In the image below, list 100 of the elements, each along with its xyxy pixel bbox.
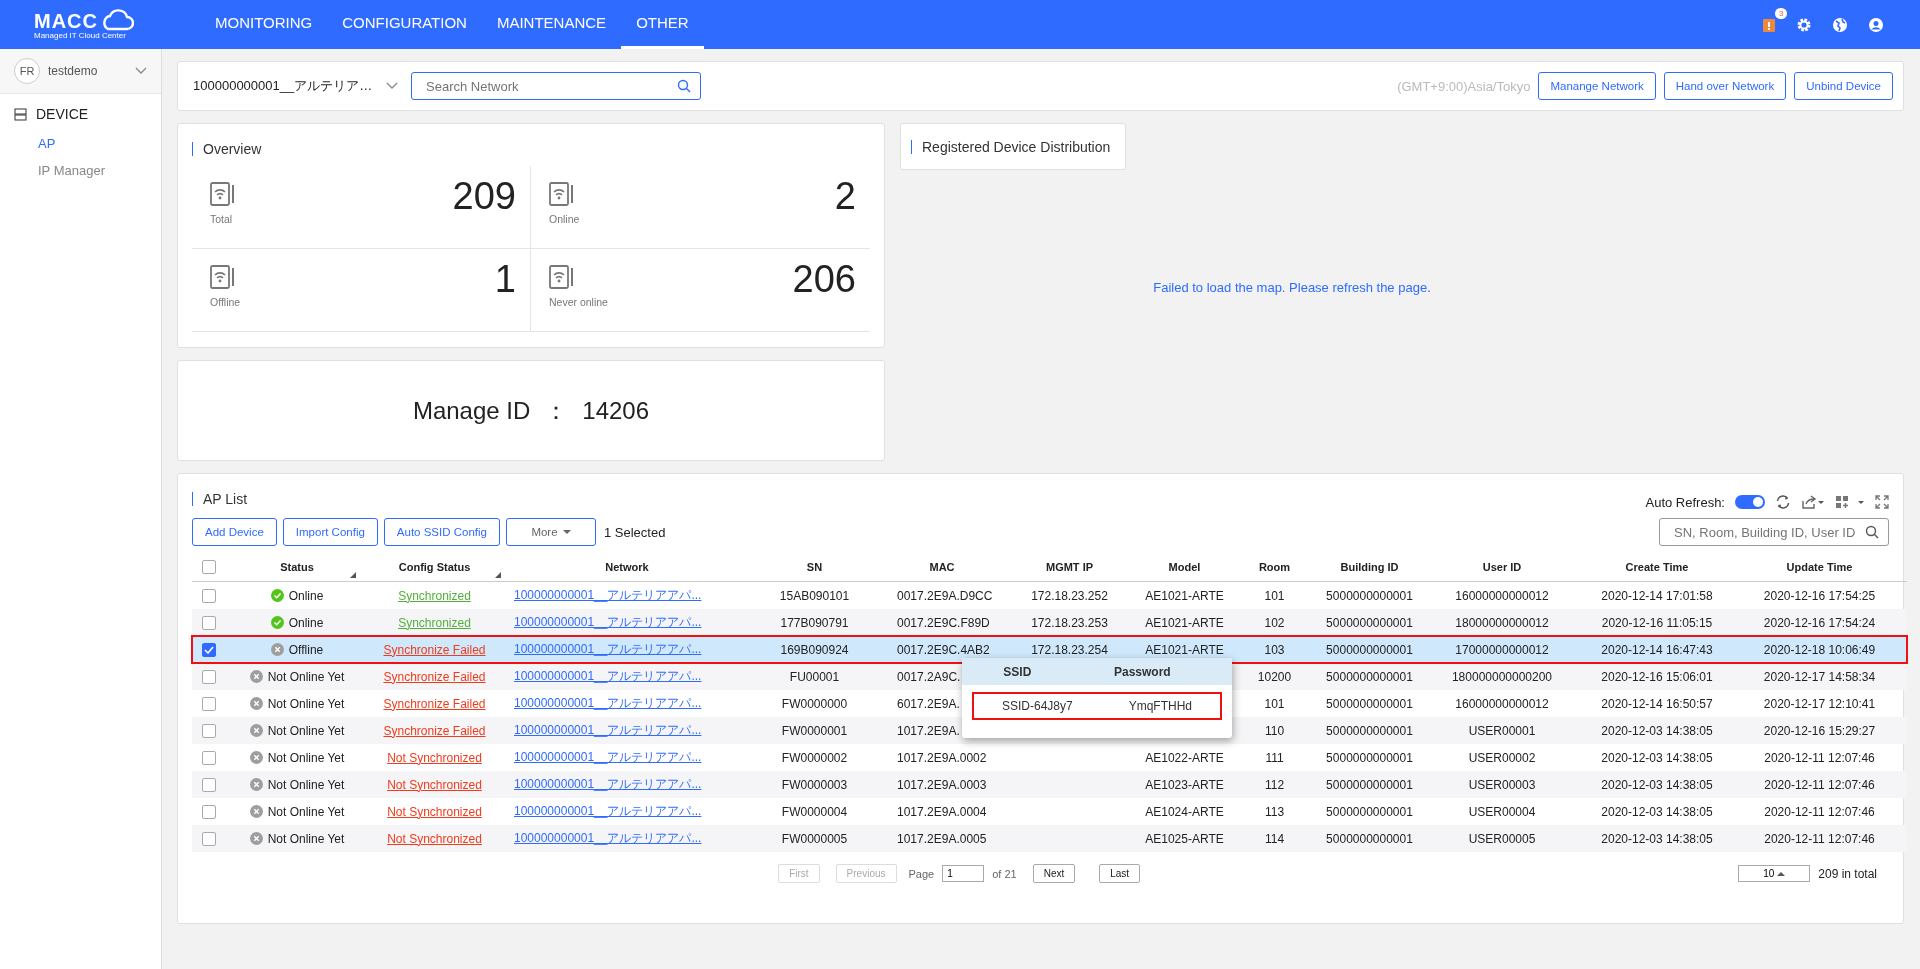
next-page-button[interactable]: Next [1032,864,1076,883]
nav-tab[interactable]: MONITORING [200,0,328,49]
action-button[interactable]: Auto SSID Config [383,518,500,546]
settings-icon[interactable] [1796,16,1812,33]
access-point-icon [210,182,236,206]
table-cell: 103 [1264,642,1285,657]
stat-value: 1 [494,257,516,302]
cloud-icon [100,9,134,31]
row-checkbox[interactable] [202,669,216,684]
table-cell: 1017.2E9A. [897,723,960,738]
column-header: MGMT IP [1045,561,1094,573]
table-cell: USER00002 [1468,750,1536,765]
search-field[interactable]: SN, Room, Building ID, User ID [1659,518,1889,546]
table-cell: 2020-12-03 14:38:05 [1601,804,1713,819]
search-field[interactable]: Search Network [411,72,701,100]
column-header: MAC [929,561,955,573]
more-dropdown[interactable]: More [506,518,596,546]
column-header: SN [806,561,823,573]
network-link[interactable]: 100000000001__アルテリアアパ... [514,588,702,602]
ssid-value: SSID-64J8y7 [1002,699,1073,713]
table-cell: 2020-12-14 17:01:58 [1601,588,1713,603]
table-cell: 1017.2E9A.0004 [897,804,987,819]
select-all-checkbox[interactable] [202,560,216,575]
previous-page-button[interactable]: Previous [835,864,897,883]
column-header: User ID [1482,561,1522,573]
table-cell: 113 [1264,804,1285,819]
table-cell: AE1022-ARTE [1145,750,1224,765]
last-page-button[interactable]: Last [1099,864,1141,883]
table-cell: 0017.2E9C.4AB2 [897,642,990,657]
stat-label: Never online [549,296,608,308]
table-cell: 5000000000001 [1326,696,1413,711]
config-status-link[interactable]: Synchronize Failed [383,696,486,711]
column-header: Building ID [1340,561,1399,573]
row-checkbox[interactable] [202,642,216,657]
action-button[interactable]: Manange Network [1538,72,1656,100]
nav-tab[interactable]: MAINTENANCE [481,0,622,49]
x-circle-icon [249,778,263,791]
table-cell: 2020-12-03 14:38:05 [1601,723,1713,738]
nav-tab[interactable]: OTHER [621,0,704,49]
table-cell: AE1025-ARTE [1145,831,1224,846]
config-status-link[interactable]: Not Synchronized [387,804,482,819]
export-icon[interactable] [1801,495,1825,509]
check-circle-icon [270,589,284,602]
table-cell: USER00003 [1468,777,1536,792]
stat-label: Total [210,213,233,225]
row-checkbox[interactable] [202,615,216,630]
table-cell: 2020-12-14 16:50:57 [1601,696,1713,711]
action-button[interactable]: Add Device [192,518,277,546]
table-cell: 16000000000012 [1455,588,1549,603]
table-cell: AE1023-ARTE [1145,777,1224,792]
network-link[interactable]: 100000000001__アルテリアアパ... [514,750,702,764]
network-link[interactable]: 100000000001__アルテリアアパ... [514,696,702,710]
action-button[interactable]: Import Config [282,518,378,546]
row-checkbox[interactable] [202,723,216,738]
columns-icon[interactable] [1835,495,1865,509]
table-cell: FW0000002 [781,750,848,765]
table-cell: 2020-12-11 12:07:46 [1764,804,1875,819]
page-label: Page [908,867,935,880]
table-cell: 5000000000001 [1326,642,1413,657]
table-cell: 2020-12-16 17:54:24 [1763,615,1876,630]
sort-icon[interactable] [350,572,356,578]
notification-icon[interactable] [1762,16,1776,33]
row-checkbox[interactable] [202,777,216,792]
card-title: AP List [192,492,248,506]
action-button[interactable]: Hand over Network [1663,72,1787,100]
row-checkbox[interactable] [202,588,216,603]
refresh-icon[interactable] [1775,494,1791,510]
table-cell: 2020-12-16 11:05:15 [1601,615,1713,630]
user-icon[interactable] [1868,16,1884,33]
sidebar-item[interactable]: IP Manager [0,157,161,184]
access-point-icon [549,182,575,206]
selected-count: 1 Selected [604,524,666,540]
manage-id-label: Manage ID [412,396,531,425]
network-select[interactable]: 100000000001__アルテリア… [193,77,403,95]
user-menu[interactable]: FR testdemo [0,49,161,94]
row-checkbox[interactable] [202,750,216,765]
first-page-button[interactable]: First [778,864,820,883]
config-status-link[interactable]: Synchronized [398,588,471,603]
status-text: Not Online Yet [267,696,345,711]
page-size-select[interactable]: 10 [1738,865,1811,882]
network-link[interactable]: 100000000001__アルテリアアパ... [514,804,702,818]
row-checkbox[interactable] [202,831,216,846]
table-cell: 1017.2E9A.0003 [897,777,987,792]
table-cell: 5000000000001 [1326,669,1413,684]
table-cell: 2020-12-11 12:07:46 [1764,777,1875,792]
globe-icon[interactable] [1832,16,1848,33]
fullscreen-icon[interactable] [1875,495,1889,509]
row-checkbox[interactable] [202,804,216,819]
auto-refresh-toggle[interactable] [1735,495,1765,509]
sort-icon[interactable] [495,572,501,578]
sidebar-item[interactable]: AP [0,130,161,157]
logo-subtitle: Managed IT Cloud Center [34,31,127,40]
action-button[interactable]: Unbind Device [1794,72,1893,100]
page-input[interactable]: 1 [942,865,985,882]
table-cell: 2020-12-03 14:38:05 [1601,831,1713,846]
nav-tab[interactable]: CONFIGURATION [327,0,482,49]
row-checkbox[interactable] [202,696,216,711]
config-status-link[interactable]: Not Synchronized [387,750,482,765]
stat-value: 206 [792,257,856,302]
table-cell: 112 [1264,777,1285,792]
